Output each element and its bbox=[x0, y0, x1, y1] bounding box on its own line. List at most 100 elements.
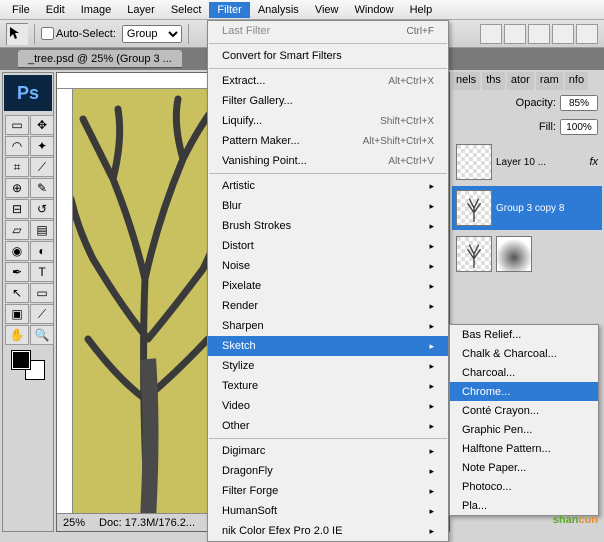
align-icon[interactable] bbox=[552, 24, 574, 44]
layer-thumbnail[interactable] bbox=[456, 236, 492, 272]
brush-tool[interactable]: ✎ bbox=[30, 178, 54, 198]
move-tool-icon[interactable] bbox=[6, 23, 28, 45]
menu-item-render[interactable]: Render bbox=[208, 296, 448, 316]
gradient-tool[interactable]: ▤ bbox=[30, 220, 54, 240]
layer-name[interactable]: Layer 10 ... bbox=[496, 157, 585, 168]
align-icon[interactable] bbox=[528, 24, 550, 44]
menu-item-pixelate[interactable]: Pixelate bbox=[208, 276, 448, 296]
layer-thumbnail[interactable] bbox=[456, 144, 492, 180]
submenu-item-bas-relief[interactable]: Bas Relief... bbox=[450, 325, 598, 344]
menu-item-filter-forge[interactable]: Filter Forge bbox=[208, 481, 448, 501]
heal-tool[interactable]: ⊕ bbox=[5, 178, 29, 198]
slice-tool[interactable]: ⟋ bbox=[30, 157, 54, 177]
fx-badge[interactable]: fx bbox=[589, 156, 598, 168]
menu-analysis[interactable]: Analysis bbox=[250, 2, 307, 18]
submenu-item-charcoal[interactable]: Charcoal... bbox=[450, 363, 598, 382]
layer-row[interactable]: Group 3 copy 8 bbox=[452, 186, 602, 230]
align-icon[interactable] bbox=[576, 24, 598, 44]
color-swatches[interactable] bbox=[3, 347, 53, 383]
stamp-tool[interactable]: ⊟ bbox=[5, 199, 29, 219]
submenu-item-chalk-charcoal[interactable]: Chalk & Charcoal... bbox=[450, 344, 598, 363]
align-icon[interactable] bbox=[504, 24, 526, 44]
layer-name[interactable]: Group 3 copy 8 bbox=[496, 203, 598, 214]
lasso-tool[interactable]: ◠ bbox=[5, 136, 29, 156]
type-tool[interactable]: T bbox=[30, 262, 54, 282]
history-brush-tool[interactable]: ↺ bbox=[30, 199, 54, 219]
separator bbox=[34, 24, 35, 44]
submenu-item-conte-crayon[interactable]: Conté Crayon... bbox=[450, 401, 598, 420]
move-tool[interactable]: ✥ bbox=[30, 115, 54, 135]
menu-item-vanishing-point[interactable]: Vanishing Point...Alt+Ctrl+V bbox=[208, 151, 448, 171]
eyedropper-tool[interactable]: ⟋ bbox=[30, 304, 54, 324]
menu-image[interactable]: Image bbox=[73, 2, 120, 18]
layer-row[interactable]: Layer 10 ... fx bbox=[452, 140, 602, 184]
menu-help[interactable]: Help bbox=[402, 2, 441, 18]
dodge-tool[interactable]: ◐ bbox=[30, 241, 54, 261]
layer-mask-thumbnail[interactable] bbox=[496, 236, 532, 272]
layer-thumbnail[interactable] bbox=[456, 190, 492, 226]
foreground-color[interactable] bbox=[12, 351, 30, 369]
auto-select-label: Auto-Select: bbox=[56, 28, 116, 40]
marquee-tool[interactable]: ▭ bbox=[5, 115, 29, 135]
menu-item-liquify[interactable]: Liquify...Shift+Ctrl+X bbox=[208, 111, 448, 131]
zoom-level[interactable]: 25% bbox=[63, 517, 85, 529]
ruler-vertical bbox=[57, 89, 73, 513]
document-tab[interactable]: _tree.psd @ 25% (Group 3 ... bbox=[18, 50, 182, 68]
crop-tool[interactable]: ⌗ bbox=[5, 157, 29, 177]
align-icon[interactable] bbox=[480, 24, 502, 44]
menu-window[interactable]: Window bbox=[346, 2, 401, 18]
layer-row[interactable] bbox=[452, 232, 602, 276]
menu-item-pattern-maker[interactable]: Pattern Maker...Alt+Shift+Ctrl+X bbox=[208, 131, 448, 151]
menu-item-noise[interactable]: Noise bbox=[208, 256, 448, 276]
submenu-item-photocopy[interactable]: Photoco... bbox=[450, 477, 598, 496]
menu-edit[interactable]: Edit bbox=[38, 2, 73, 18]
doc-size: Doc: 17.3M/176.2... bbox=[99, 517, 195, 529]
menu-item-texture[interactable]: Texture bbox=[208, 376, 448, 396]
menu-view[interactable]: View bbox=[307, 2, 347, 18]
panel-tab[interactable]: ator bbox=[507, 72, 534, 90]
menu-item-brush-strokes[interactable]: Brush Strokes bbox=[208, 216, 448, 236]
hand-tool[interactable]: ✋ bbox=[5, 325, 29, 345]
auto-select-input[interactable] bbox=[41, 27, 54, 40]
wand-tool[interactable]: ✦ bbox=[30, 136, 54, 156]
menu-item-dragonfly[interactable]: DragonFly bbox=[208, 461, 448, 481]
auto-select-dropdown[interactable]: Group bbox=[122, 25, 182, 43]
path-tool[interactable]: ↖ bbox=[5, 283, 29, 303]
blur-tool[interactable]: ◉ bbox=[5, 241, 29, 261]
opacity-input[interactable] bbox=[560, 95, 598, 111]
menu-item-nik-color-efex[interactable]: nik Color Efex Pro 2.0 IE bbox=[208, 521, 448, 541]
menu-filter[interactable]: Filter bbox=[209, 2, 249, 18]
submenu-item-graphic-pen[interactable]: Graphic Pen... bbox=[450, 420, 598, 439]
menu-item-sharpen[interactable]: Sharpen bbox=[208, 316, 448, 336]
panel-tab[interactable]: nfo bbox=[565, 72, 588, 90]
menu-select[interactable]: Select bbox=[163, 2, 210, 18]
notes-tool[interactable]: ▣ bbox=[5, 304, 29, 324]
submenu-item-chrome[interactable]: Chrome... bbox=[450, 382, 598, 401]
menu-item-digimarc[interactable]: Digimarc bbox=[208, 441, 448, 461]
menu-item-stylize[interactable]: Stylize bbox=[208, 356, 448, 376]
menu-item-smart-filters[interactable]: Convert for Smart Filters bbox=[208, 46, 448, 66]
auto-select-checkbox[interactable]: Auto-Select: bbox=[41, 27, 116, 40]
menu-layer[interactable]: Layer bbox=[119, 2, 163, 18]
submenu-item-note-paper[interactable]: Note Paper... bbox=[450, 458, 598, 477]
eraser-tool[interactable]: ▱ bbox=[5, 220, 29, 240]
fill-input[interactable] bbox=[560, 119, 598, 135]
menu-item-filter-gallery[interactable]: Filter Gallery... bbox=[208, 91, 448, 111]
menu-item-other[interactable]: Other bbox=[208, 416, 448, 436]
menu-item-artistic[interactable]: Artistic bbox=[208, 176, 448, 196]
panel-tab[interactable]: ram bbox=[536, 72, 563, 90]
menu-item-blur[interactable]: Blur bbox=[208, 196, 448, 216]
fill-label: Fill: bbox=[539, 121, 556, 133]
menu-item-humansoft[interactable]: HumanSoft bbox=[208, 501, 448, 521]
zoom-tool[interactable]: 🔍 bbox=[30, 325, 54, 345]
pen-tool[interactable]: ✒ bbox=[5, 262, 29, 282]
panel-tab[interactable]: ths bbox=[482, 72, 505, 90]
menu-item-extract[interactable]: Extract...Alt+Ctrl+X bbox=[208, 71, 448, 91]
menu-file[interactable]: File bbox=[4, 2, 38, 18]
shape-tool[interactable]: ▭ bbox=[30, 283, 54, 303]
menu-item-video[interactable]: Video bbox=[208, 396, 448, 416]
panel-tab[interactable]: nels bbox=[452, 72, 480, 90]
menu-item-sketch[interactable]: Sketch bbox=[208, 336, 448, 356]
menu-item-distort[interactable]: Distort bbox=[208, 236, 448, 256]
submenu-item-halftone-pattern[interactable]: Halftone Pattern... bbox=[450, 439, 598, 458]
